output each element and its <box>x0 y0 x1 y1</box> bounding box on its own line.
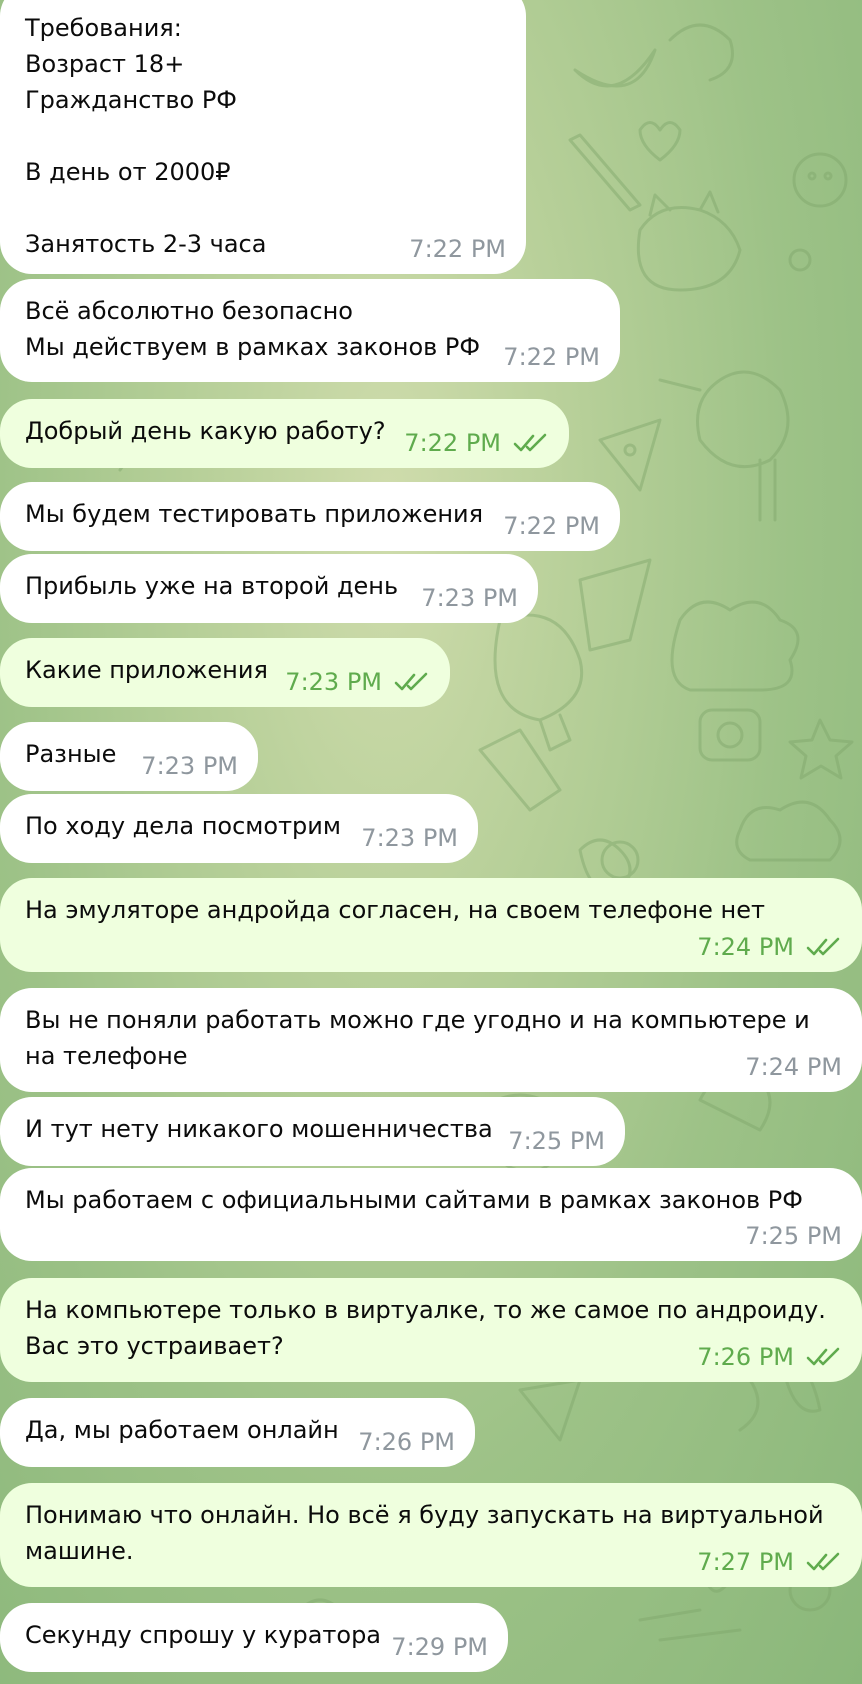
message-meta: 7:23 PM <box>421 583 518 613</box>
message-time: 7:24 PM <box>745 1053 842 1081</box>
message-time: 7:23 PM <box>421 584 518 612</box>
incoming-message[interactable]: Да, мы работаем онлайн 7:26 PM <box>0 1398 475 1467</box>
outgoing-message[interactable]: На компьютере только в виртуалке, то же … <box>0 1278 862 1382</box>
message-time: 7:26 PM <box>358 1428 455 1456</box>
incoming-message[interactable]: Секунду спрошу у куратора 7:29 PM <box>0 1603 508 1672</box>
outgoing-message[interactable]: На эмуляторе андройда согласен, на своем… <box>0 878 862 972</box>
message-time: 7:25 PM <box>508 1127 605 1155</box>
message-text: Вы не поняли работать можно где угодно и… <box>25 1006 810 1070</box>
message-time: 7:24 PM <box>697 933 794 961</box>
message-time: 7:22 PM <box>404 429 501 457</box>
double-check-icon <box>394 672 428 691</box>
message-list[interactable]: Требования: Возраст 18+ Гражданство РФ В… <box>0 0 862 1684</box>
message-meta: 7:22 PM <box>404 428 549 458</box>
outgoing-message[interactable]: Понимаю что онлайн. Но всё я буду запуск… <box>0 1483 862 1587</box>
incoming-message[interactable]: По ходу дела посмотрим 7:23 PM <box>0 794 478 863</box>
message-text: На эмуляторе андройда согласен, на своем… <box>25 896 765 924</box>
message-meta: 7:29 PM <box>391 1632 488 1662</box>
message-time: 7:27 PM <box>697 1548 794 1576</box>
message-meta: 7:22 PM <box>503 511 600 541</box>
message-meta: 7:25 PM <box>508 1126 605 1156</box>
incoming-message[interactable]: Требования: Возраст 18+ Гражданство РФ В… <box>0 0 526 274</box>
message-time: 7:23 PM <box>285 668 382 696</box>
message-time: 7:29 PM <box>391 1633 488 1661</box>
incoming-message[interactable]: Мы работаем с официальными сайтами в рам… <box>0 1168 862 1261</box>
incoming-message[interactable]: Мы будем тестировать приложения 7:22 PM <box>0 482 620 551</box>
message-time: 7:23 PM <box>361 824 458 852</box>
message-meta: 7:22 PM <box>409 234 506 264</box>
message-meta: 7:25 PM <box>745 1221 842 1251</box>
message-meta: 7:23 PM <box>361 823 458 853</box>
message-text: Мы работаем с официальными сайтами в рам… <box>25 1186 803 1214</box>
message-time: 7:22 PM <box>503 512 600 540</box>
double-check-icon <box>513 433 547 452</box>
message-meta: 7:24 PM <box>745 1052 842 1082</box>
message-meta: 7:23 PM <box>141 751 238 781</box>
incoming-message[interactable]: Прибыль уже на второй день 7:23 PM <box>0 554 538 623</box>
message-time: 7:25 PM <box>745 1222 842 1250</box>
message-time: 7:22 PM <box>409 235 506 263</box>
message-time: 7:23 PM <box>141 752 238 780</box>
message-meta: 7:26 PM <box>358 1427 455 1457</box>
message-meta: 7:26 PM <box>697 1342 842 1372</box>
message-time: 7:26 PM <box>697 1343 794 1371</box>
message-time: 7:22 PM <box>503 343 600 371</box>
double-check-icon <box>806 1347 840 1366</box>
message-meta: 7:22 PM <box>503 342 600 372</box>
outgoing-message[interactable]: Добрый день какую работу? 7:22 PM <box>0 399 569 468</box>
incoming-message[interactable]: Разные 7:23 PM <box>0 722 258 791</box>
incoming-message[interactable]: И тут нету никакого мошенничества 7:25 PM <box>0 1097 625 1166</box>
incoming-message[interactable]: Вы не поняли работать можно где угодно и… <box>0 988 862 1092</box>
double-check-icon <box>806 937 840 956</box>
message-meta: 7:23 PM <box>285 667 430 697</box>
message-text: Требования: Возраст 18+ Гражданство РФ В… <box>25 14 267 258</box>
outgoing-message[interactable]: Какие приложения 7:23 PM <box>0 638 450 707</box>
double-check-icon <box>806 1552 840 1571</box>
message-meta: 7:27 PM <box>697 1547 842 1577</box>
message-meta: 7:24 PM <box>697 932 842 962</box>
incoming-message[interactable]: Всё абсолютно безопасно Мы действуем в р… <box>0 279 620 382</box>
